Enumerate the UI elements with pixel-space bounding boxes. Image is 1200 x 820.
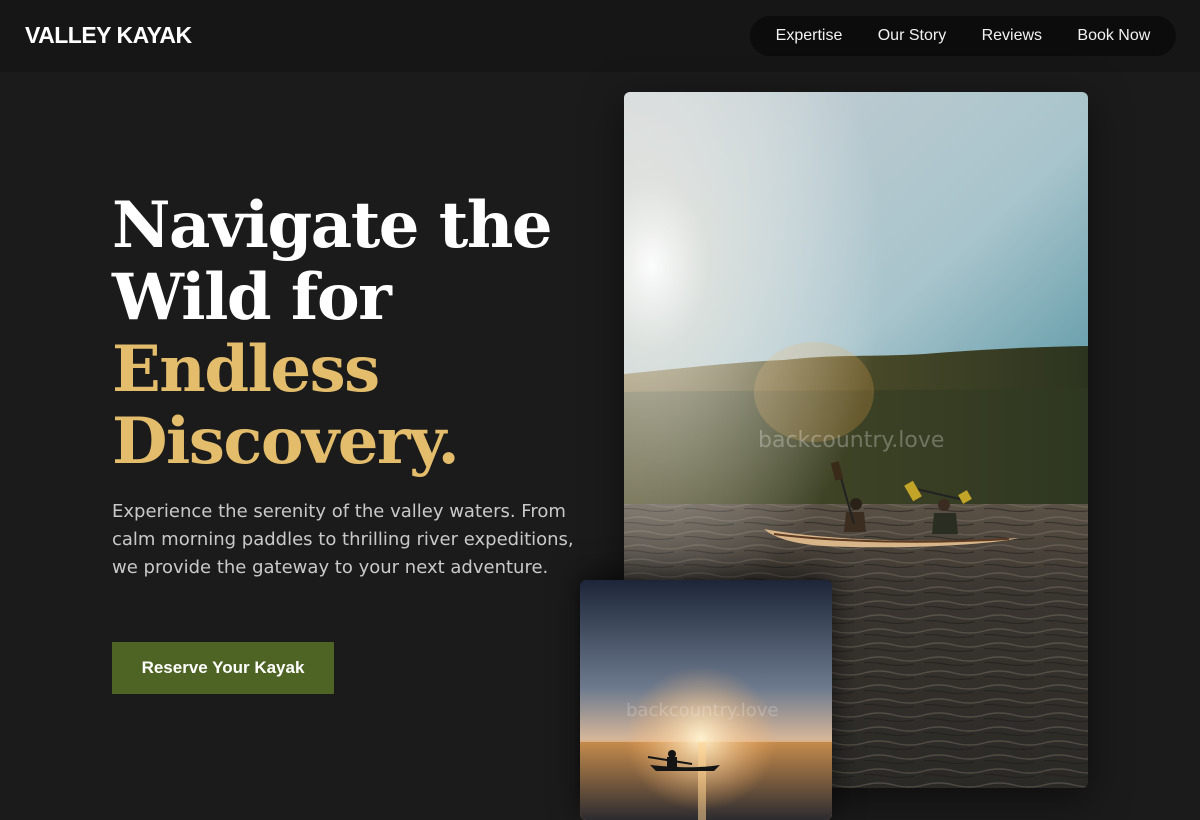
headline-accent-2: Discovery. — [112, 404, 460, 479]
nav-link-expertise[interactable]: Expertise — [776, 27, 843, 45]
headline-line-1: Navigate the — [112, 188, 553, 263]
headline-line-2: Wild for — [112, 260, 392, 335]
hero-description: Experience the serenity of the valley wa… — [112, 501, 574, 578]
headline-accent-1: Endless — [112, 332, 380, 407]
nav-link-book-now[interactable]: Book Now — [1077, 27, 1150, 45]
nav-link-our-story[interactable]: Our Story — [878, 27, 946, 45]
hero-headline: Navigate the Wild for Endless Discovery. — [112, 190, 592, 478]
hero-text: Navigate the Wild for Endless Discovery. — [112, 190, 592, 478]
top-bar: VALLEY KAYAK Expertise Our Story Reviews… — [0, 0, 1200, 72]
nav-link-reviews[interactable]: Reviews — [982, 27, 1042, 45]
main-nav: Expertise Our Story Reviews Book Now — [750, 16, 1176, 56]
main-photo-watermark: backcountry.love — [758, 428, 945, 453]
small-photo-watermark: backcountry.love — [626, 700, 779, 721]
reserve-kayak-button[interactable]: Reserve Your Kayak — [112, 642, 334, 694]
brand-logo[interactable]: VALLEY KAYAK — [25, 22, 192, 49]
